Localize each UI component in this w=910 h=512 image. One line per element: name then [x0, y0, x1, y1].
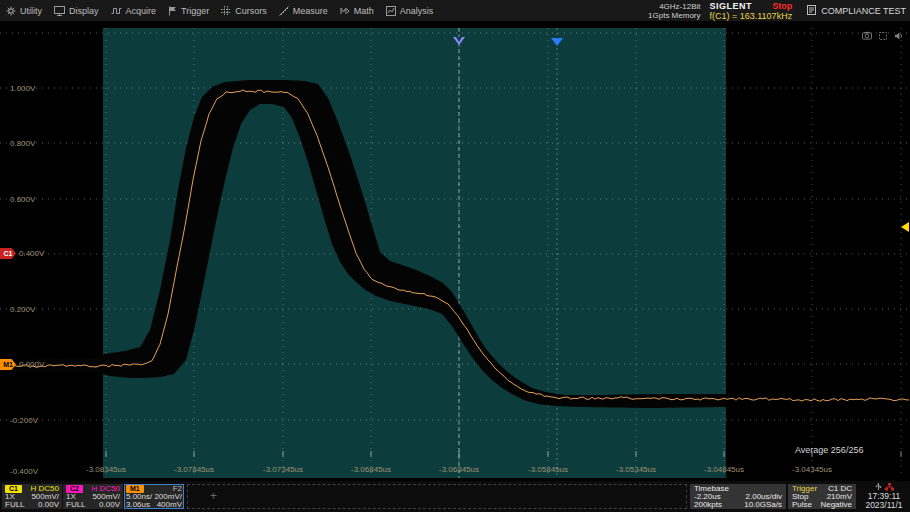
trigger-type: Pulse	[792, 501, 812, 509]
display-icon	[54, 6, 65, 16]
trigger-frequency: f(C1) = 163.1107kHz	[710, 11, 793, 21]
measure-icon	[279, 6, 289, 16]
clock-date: 2023/11/1	[858, 501, 910, 510]
menu-item-display[interactable]: Display	[48, 0, 105, 21]
time-label: -3.04845us	[704, 465, 744, 474]
voltage-label: -0.200V	[10, 416, 38, 425]
average-count: Average 256/256	[795, 445, 863, 455]
time-label: -3.07845us	[174, 465, 214, 474]
compliance-test-button[interactable]: COMPLIANCE TEST	[801, 5, 906, 17]
timebase-rate: 10.0GSa/s	[744, 501, 782, 509]
voltage-label: 0.000V	[19, 360, 44, 369]
compliance-icon	[807, 5, 816, 17]
clock: 17:39:11 2023/11/1	[858, 484, 910, 509]
sound-icon[interactable]	[894, 26, 903, 44]
channel-c1-box[interactable]: C1H DC50 1X500mV/ FULL0.00V	[2, 484, 62, 509]
c2-offset: 0.00V	[99, 501, 120, 509]
m1-delay: 3.06us	[126, 501, 150, 509]
time-label: -3.05345us	[616, 465, 656, 474]
menu-item-cursors[interactable]: Cursors	[215, 0, 273, 21]
model-bandwidth: 4GHz-12Bit	[648, 2, 700, 11]
voltage-label: 0.400V	[19, 249, 44, 258]
math-m1-box[interactable]: M1F2 5.00ns/200mV/ 3.06us400mV	[124, 484, 184, 509]
voltage-label: 0.600V	[10, 195, 35, 204]
voltage-label: 1.000V	[10, 84, 35, 93]
model-memory: 1Gpts Memory	[648, 11, 700, 20]
cursors-icon	[221, 6, 231, 16]
zoom-position-marker[interactable]	[551, 38, 563, 46]
brand-block: SIGLENT Stop f(C1) = 163.1107kHz	[710, 1, 793, 21]
analysis-icon	[386, 6, 396, 16]
trigger-flag-icon	[168, 6, 177, 16]
header-right: 4GHz-12Bit 1Gpts Memory SIGLENT Stop f(C…	[648, 1, 910, 21]
trigger-box[interactable]: TriggerC1 DC Stop210mV PulseNegative	[788, 484, 856, 509]
acquisition-state[interactable]: Stop	[772, 1, 792, 11]
timebase-box[interactable]: Timebase -2.20us2.00us/div 200kpts10.0GS…	[690, 484, 786, 509]
brand-name: SIGLENT	[710, 1, 753, 11]
c1-bandwidth: FULL	[5, 501, 25, 509]
menu-item-acquire[interactable]: Acquire	[105, 0, 163, 21]
time-label: -3.06345us	[439, 465, 479, 474]
camera-icon[interactable]	[862, 26, 872, 44]
menu-item-math[interactable]: Math	[334, 0, 380, 21]
waveform-display-area[interactable]: 1.000V 0.800V 0.600V 0.400V 0.200V 0.000V -0.2…	[0, 21, 910, 481]
menu-item-measure[interactable]: Measure	[273, 0, 334, 21]
gear-icon	[6, 6, 16, 16]
acquire-icon	[111, 6, 122, 16]
statusbar: C1H DC50 1X500mV/ FULL0.00V C2H DC50 1X5…	[0, 481, 910, 512]
time-label: -3.08345us	[86, 465, 126, 474]
waveform-plot	[0, 21, 910, 481]
select-zone-icon[interactable]	[879, 26, 887, 44]
timebase-points: 200kpts	[694, 501, 722, 509]
trigger-level-marker[interactable]	[901, 222, 909, 232]
voltage-label: 0.200V	[10, 305, 35, 314]
m1-offset: 400mV	[157, 501, 182, 509]
scope-model: 4GHz-12Bit 1Gpts Memory	[648, 2, 700, 20]
voltage-label: -0.400V	[10, 467, 38, 476]
c1-offset: 0.00V	[38, 501, 59, 509]
menu-item-analysis[interactable]: Analysis	[380, 0, 440, 21]
trigger-position-marker[interactable]	[453, 37, 465, 45]
c2-bandwidth: FULL	[66, 501, 86, 509]
plus-icon: +	[210, 489, 217, 503]
menu-item-utility[interactable]: Utility	[0, 0, 48, 21]
channel-c2-box[interactable]: C2H DC50 1X500mV/ FULL0.00V	[63, 484, 123, 509]
add-channel-area[interactable]: +	[187, 484, 687, 509]
time-label: -3.05845us	[528, 465, 568, 474]
menubar-items: UtilityDisplayAcquireTriggerCursorsMeasu…	[0, 0, 439, 21]
trigger-slope: Negative	[820, 501, 852, 509]
menu-item-trigger[interactable]: Trigger	[162, 0, 215, 21]
voltage-label: 0.800V	[10, 139, 35, 148]
math-icon	[340, 6, 350, 16]
display-toolbar	[862, 26, 903, 44]
time-label: -3.06845us	[351, 465, 391, 474]
menubar: UtilityDisplayAcquireTriggerCursorsMeasu…	[0, 0, 910, 21]
time-label: -3.07345us	[263, 465, 303, 474]
time-label: -3.04345us	[792, 465, 832, 474]
